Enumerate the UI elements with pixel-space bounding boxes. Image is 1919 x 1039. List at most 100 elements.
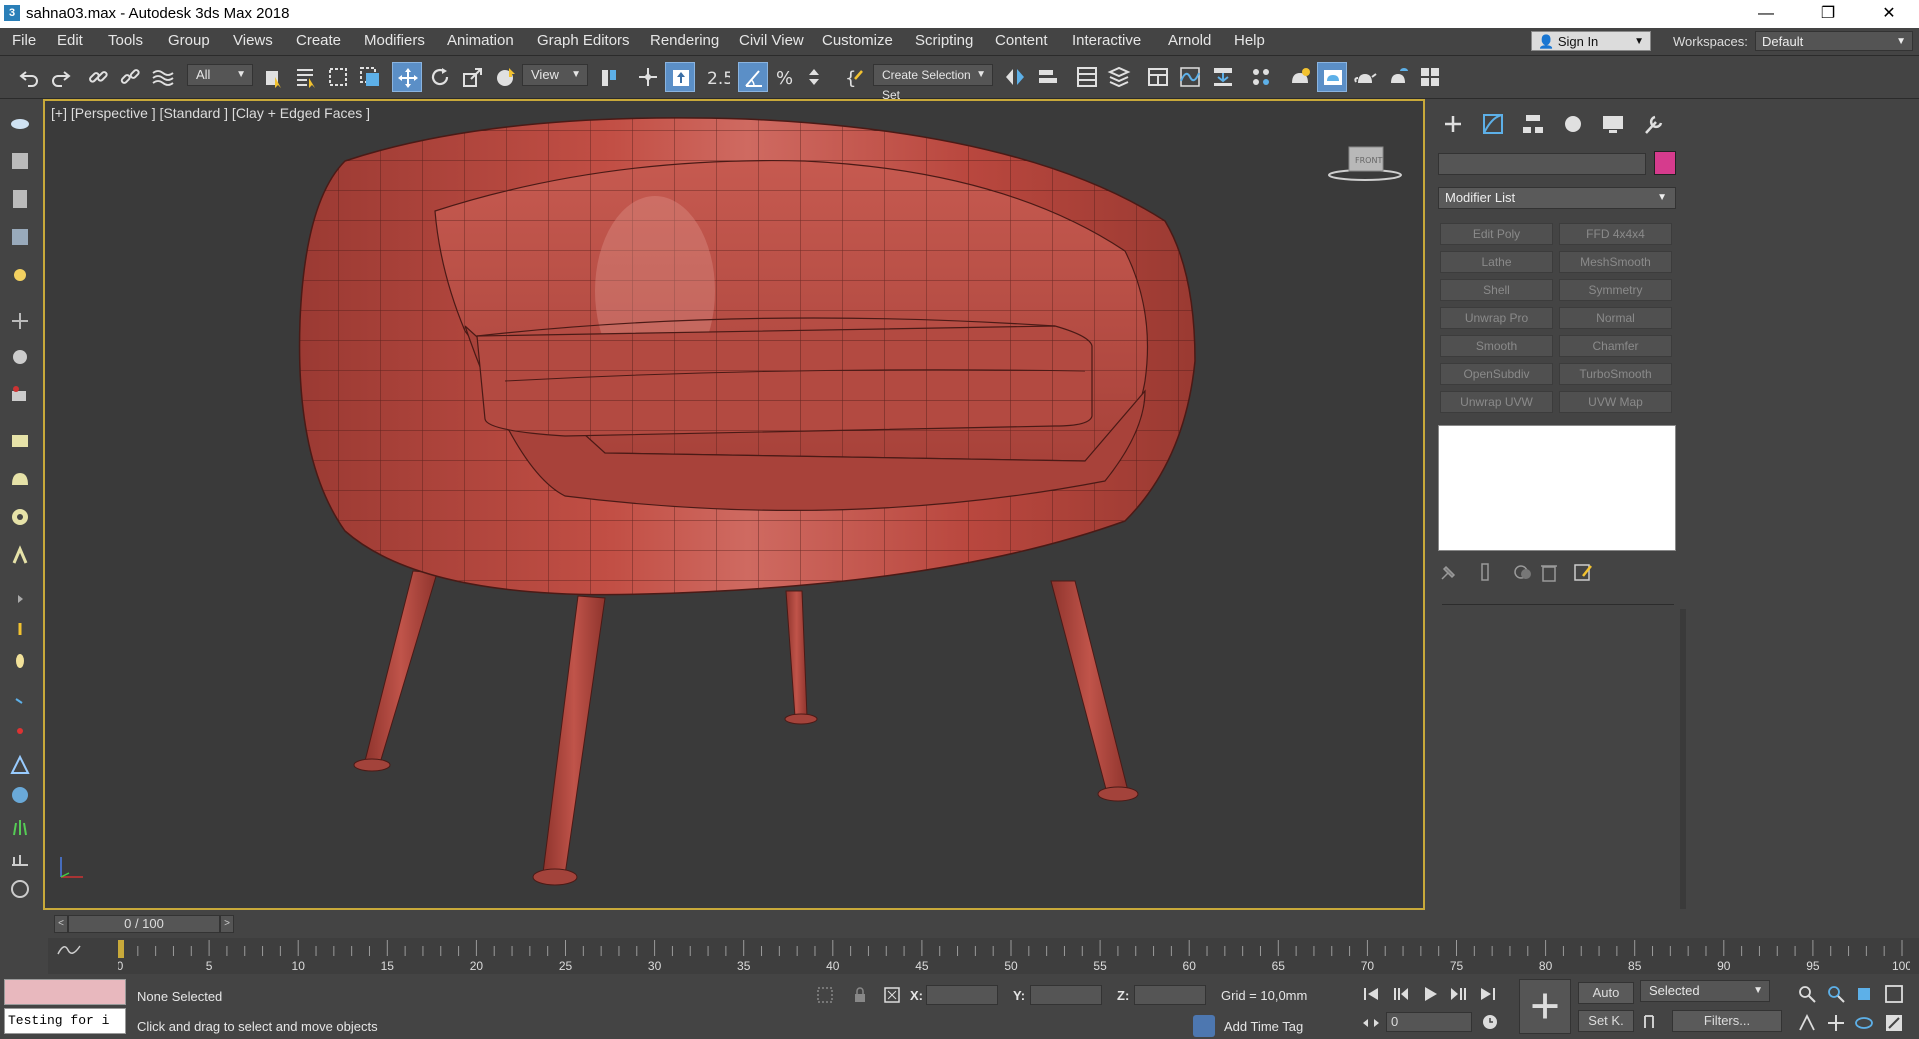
- edit-named-selection-button[interactable]: {: [840, 62, 870, 92]
- select-manipulate-button[interactable]: [633, 62, 663, 92]
- y-coordinate-field[interactable]: [1030, 985, 1102, 1005]
- modifier-uvw-map-button[interactable]: UVW Map: [1559, 391, 1672, 413]
- undo-button[interactable]: [14, 62, 44, 92]
- time-slider-prev-button[interactable]: <: [54, 915, 68, 933]
- modifier-lathe-button[interactable]: Lathe: [1440, 251, 1553, 273]
- reference-coordinate-dropdown[interactable]: View ▼: [522, 64, 588, 86]
- plant-primitive-icon[interactable]: [8, 543, 32, 567]
- time-slider-next-button[interactable]: >: [220, 915, 234, 933]
- select-and-rotate-button[interactable]: [425, 62, 455, 92]
- box-primitive-icon[interactable]: [8, 429, 32, 453]
- select-and-place-button[interactable]: [491, 62, 521, 92]
- select-and-move-button[interactable]: [392, 62, 422, 92]
- pin-stack-icon[interactable]: [1438, 561, 1460, 583]
- panel-scrollbar[interactable]: [1680, 609, 1686, 909]
- workspaces-dropdown[interactable]: Default ▼: [1755, 31, 1913, 51]
- selection-lock-icon[interactable]: [850, 985, 870, 1005]
- menu-scripting[interactable]: Scripting: [915, 32, 973, 49]
- add-time-tag[interactable]: Add Time Tag: [1224, 1019, 1303, 1034]
- light-icon[interactable]: [8, 649, 32, 673]
- menu-views[interactable]: Views: [233, 32, 273, 49]
- window-crossing-button[interactable]: [355, 62, 385, 92]
- current-frame-field[interactable]: 0: [1386, 1012, 1472, 1032]
- utilities-tab[interactable]: [1638, 111, 1668, 137]
- menu-edit[interactable]: Edit: [57, 32, 83, 49]
- menu-interactive[interactable]: Interactive: [1072, 32, 1141, 49]
- rectangular-selection-button[interactable]: [323, 62, 353, 92]
- menu-graph-editors[interactable]: Graph Editors: [537, 32, 630, 49]
- curve-editor-button[interactable]: [1175, 62, 1205, 92]
- object-name-field[interactable]: [1438, 153, 1646, 175]
- create-selection-set-dropdown[interactable]: Create Selection Set ▼: [873, 64, 993, 102]
- menu-arnold[interactable]: Arnold: [1168, 32, 1211, 49]
- play-button[interactable]: [1419, 983, 1441, 1005]
- modifier-turbosmooth-button[interactable]: TurboSmooth: [1559, 363, 1672, 385]
- front-left-leg[interactable]: [364, 570, 438, 764]
- zoom-all-icon[interactable]: [1825, 983, 1847, 1005]
- modifier-chamfer-button[interactable]: Chamfer: [1559, 335, 1672, 357]
- x-coordinate-field[interactable]: [926, 985, 998, 1005]
- select-object-button[interactable]: [258, 62, 288, 92]
- snaps-toggle-button[interactable]: 2.5: [703, 62, 733, 92]
- object-color-swatch[interactable]: [1654, 151, 1676, 175]
- menu-animation[interactable]: Animation: [447, 32, 514, 49]
- modifier-ffd-button[interactable]: FFD 4x4x4: [1559, 223, 1672, 245]
- schematic-view-button[interactable]: [1208, 62, 1238, 92]
- time-slider-handle[interactable]: 0 / 100: [68, 915, 220, 933]
- menu-create[interactable]: Create: [296, 32, 341, 49]
- remove-modifier-icon[interactable]: [1538, 561, 1560, 583]
- maximize-button[interactable]: ❐: [1805, 0, 1851, 28]
- track-view-icon[interactable]: [8, 309, 32, 333]
- previous-frame-button[interactable]: [1390, 983, 1412, 1005]
- track-bar-ruler[interactable]: 0 5 10 15 20 25 30 35 40 45 50 55 60 65 70 75 80 85 90 95 10…: [117, 938, 1912, 974]
- a360-gallery-button[interactable]: [1415, 62, 1445, 92]
- key-filter-selection-dropdown[interactable]: Selected ▼: [1640, 980, 1770, 1002]
- toggle-layer-explorer-button[interactable]: [1104, 62, 1134, 92]
- configure-modifier-sets-icon[interactable]: [1572, 561, 1594, 583]
- motion-tab[interactable]: [1558, 111, 1588, 137]
- menu-tools[interactable]: Tools: [108, 32, 143, 49]
- key-mode-icon[interactable]: [1641, 1010, 1663, 1032]
- menu-civil-view[interactable]: Civil View: [739, 32, 804, 49]
- isolate-selection-icon[interactable]: [815, 985, 835, 1005]
- maximize-viewport-icon[interactable]: [1883, 1012, 1905, 1034]
- grass-icon[interactable]: [8, 815, 32, 839]
- back-leg[interactable]: [785, 590, 808, 718]
- zoom-extents-icon[interactable]: [1853, 983, 1875, 1005]
- curve-editor-mini-icon[interactable]: [54, 940, 84, 960]
- maxscript-mini-listener-output[interactable]: [4, 979, 126, 1005]
- absolute-mode-icon[interactable]: [882, 985, 902, 1005]
- go-to-start-button[interactable]: [1360, 983, 1382, 1005]
- spinner-snap-toggle-button[interactable]: [802, 62, 832, 92]
- menu-file[interactable]: File: [12, 32, 36, 49]
- set-key-mode-button[interactable]: Set K.: [1578, 1010, 1634, 1032]
- go-to-end-button[interactable]: [1477, 983, 1499, 1005]
- menu-help[interactable]: Help: [1234, 32, 1265, 49]
- zoom-extents-all-icon[interactable]: [1883, 983, 1905, 1005]
- pivot-center-button[interactable]: [595, 62, 625, 92]
- next-frame-button[interactable]: [1447, 983, 1469, 1005]
- modifier-unwrap-uvw-button[interactable]: Unwrap UVW: [1440, 391, 1553, 413]
- material-editor-button[interactable]: [1246, 62, 1276, 92]
- mirror-button[interactable]: [1000, 62, 1030, 92]
- track-bar[interactable]: 0 5 10 15 20 25 30 35 40 45 50 55 60 65 70 75 80 85 90 95 10…: [48, 938, 1919, 974]
- render-in-cloud-button[interactable]: [1383, 62, 1413, 92]
- back-foot[interactable]: [784, 713, 818, 725]
- modifier-unwrap-pro-button[interactable]: Unwrap Pro: [1440, 307, 1553, 329]
- modifier-normal-button[interactable]: Normal: [1559, 307, 1672, 329]
- unlink-selection-button[interactable]: [115, 62, 145, 92]
- dynamics-icon[interactable]: [8, 719, 32, 743]
- menu-content[interactable]: Content: [995, 32, 1048, 49]
- modifier-smooth-button[interactable]: Smooth: [1440, 335, 1553, 357]
- scene-explorer-tab-icon[interactable]: [8, 149, 32, 173]
- create-tab[interactable]: [1438, 111, 1468, 137]
- modifier-symmetry-button[interactable]: Symmetry: [1559, 279, 1672, 301]
- select-and-scale-button[interactable]: [458, 62, 488, 92]
- auto-key-button[interactable]: Auto: [1578, 982, 1634, 1004]
- menu-rendering[interactable]: Rendering: [650, 32, 719, 49]
- add-time-tag-icon[interactable]: [1193, 1015, 1215, 1037]
- bones-icon[interactable]: [8, 689, 32, 713]
- menu-customize[interactable]: Customize: [822, 32, 893, 49]
- minimize-button[interactable]: —: [1743, 0, 1789, 28]
- modifier-opensubdiv-button[interactable]: OpenSubdiv: [1440, 363, 1553, 385]
